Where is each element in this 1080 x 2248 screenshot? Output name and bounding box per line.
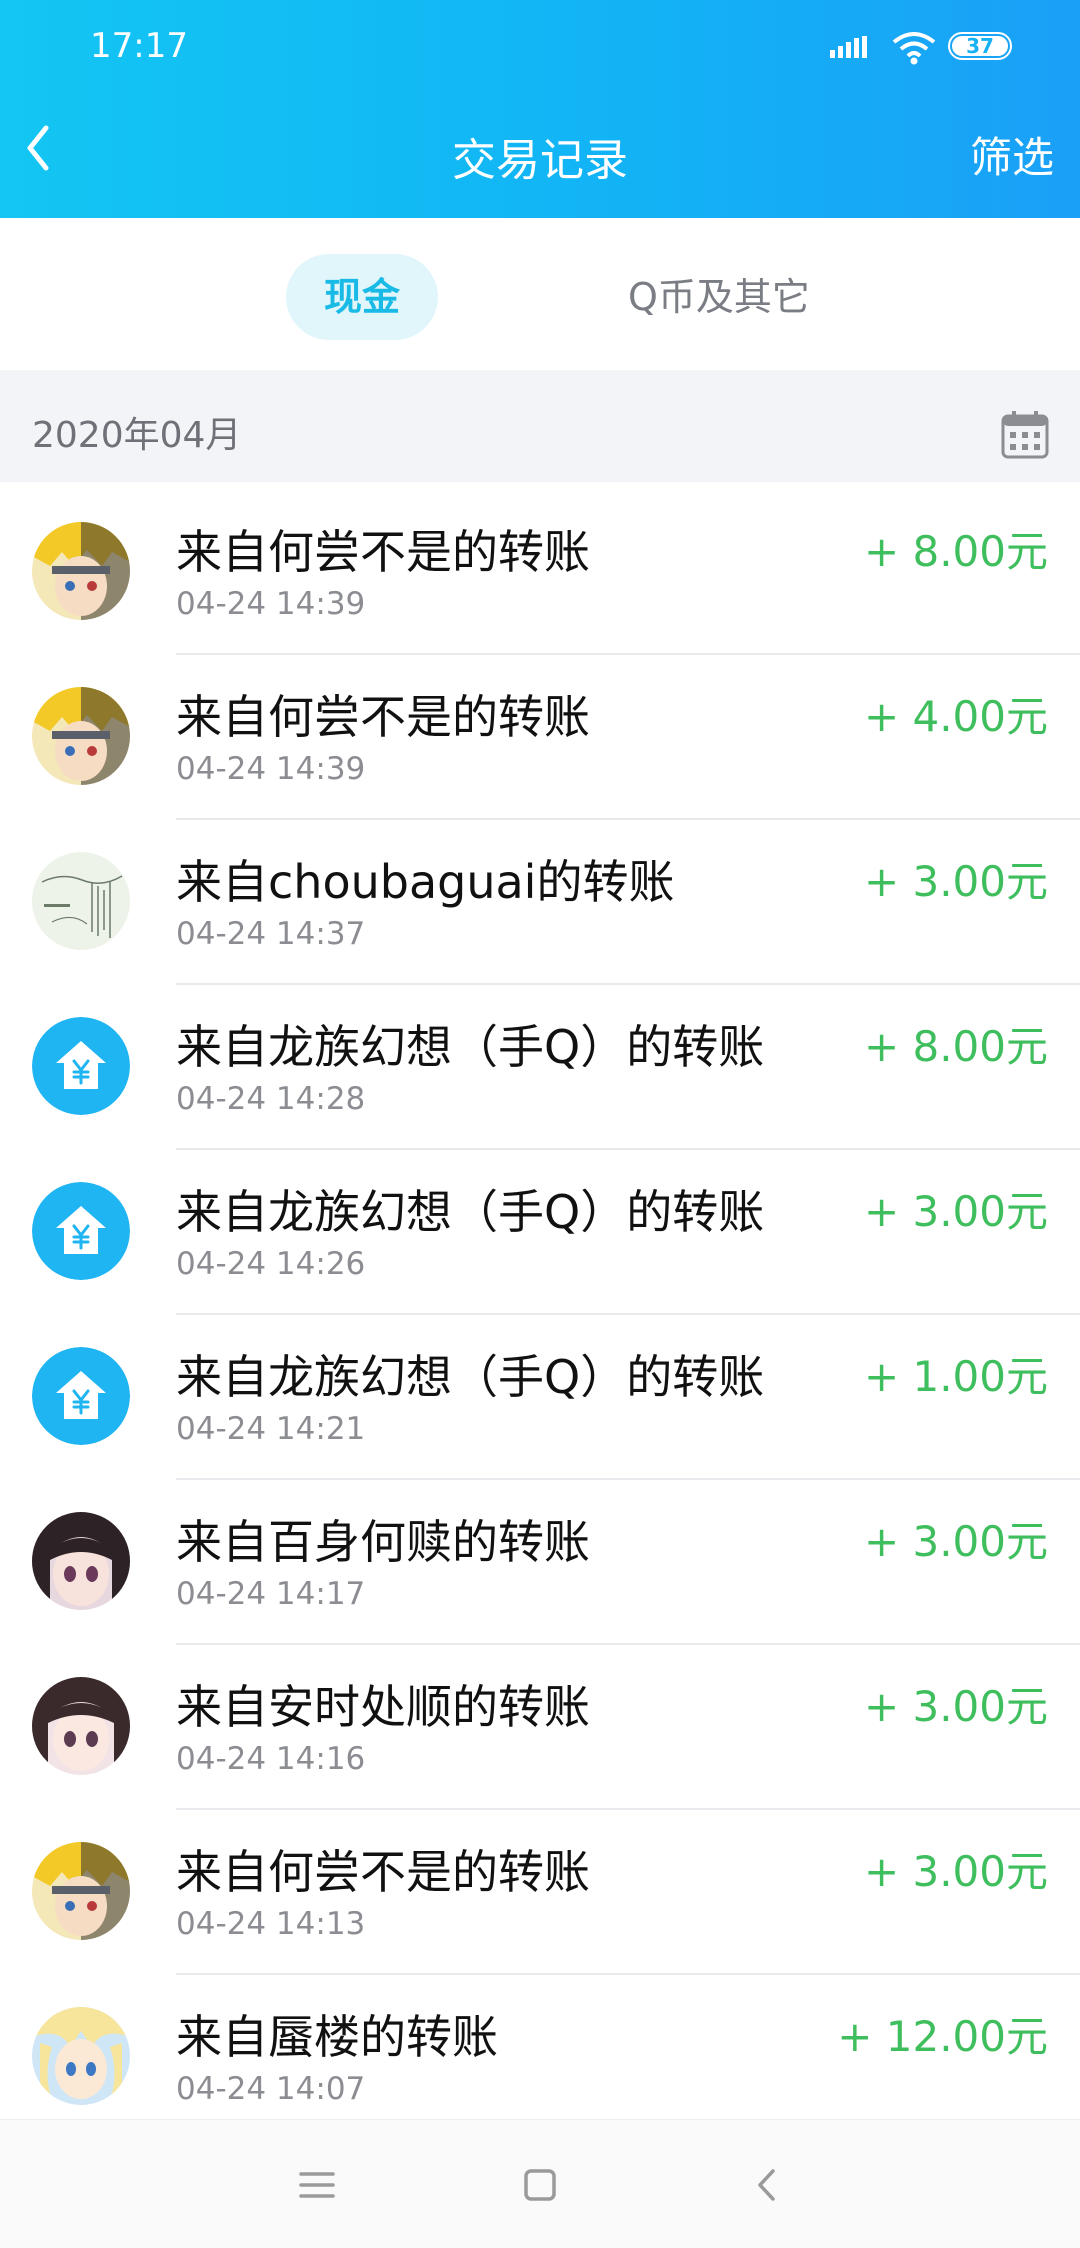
transaction-time: 04-24 14:21 <box>176 1411 366 1447</box>
avatar <box>32 687 130 785</box>
transaction-title: 来自何尝不是的转账 <box>176 525 590 579</box>
menu-icon[interactable] <box>282 2150 352 2220</box>
transaction-list: 来自何尝不是的转账 04-24 14:39 + 8.00元 来自何尝不是的转账 … <box>0 490 1080 2140</box>
transaction-time: 04-24 14:17 <box>176 1576 366 1612</box>
home-icon[interactable] <box>505 2150 575 2220</box>
transaction-row[interactable]: 来自choubaguai的转账 04-24 14:37 + 3.00元 <box>0 820 1080 985</box>
yuan-house-icon <box>32 1182 130 1280</box>
transaction-title: 来自何尝不是的转账 <box>176 690 590 744</box>
signal-icon <box>830 36 867 58</box>
header: 17:17 37 交易记录 筛选 <box>0 0 1080 218</box>
sketch-avatar-icon <box>32 852 130 950</box>
transaction-title: 来自龙族幻想（手Q）的转账 <box>176 1350 765 1404</box>
transaction-amount: + 3.00元 <box>863 1847 1048 1896</box>
anime-avatar-blond-icon <box>32 687 130 785</box>
transaction-title: 来自安时处顺的转账 <box>176 1680 590 1734</box>
anime-avatar-darkhair-icon <box>32 1512 130 1610</box>
transaction-title: 来自choubaguai的转账 <box>176 855 675 909</box>
transaction-amount: + 3.00元 <box>863 857 1048 906</box>
filter-button[interactable]: 筛选 <box>970 124 1054 185</box>
month-label: 2020年04月 <box>32 415 242 456</box>
back-icon[interactable] <box>733 2150 803 2220</box>
yuan-house-icon <box>32 1017 130 1115</box>
anime-avatar-blond-icon <box>32 1842 130 1940</box>
yuan-house-icon <box>32 1347 130 1445</box>
transaction-amount: + 3.00元 <box>863 1517 1048 1566</box>
wifi-icon <box>892 32 936 65</box>
transaction-title: 来自何尝不是的转账 <box>176 1845 590 1899</box>
battery-icon: 37 <box>948 32 1012 60</box>
transaction-time: 04-24 14:13 <box>176 1906 366 1942</box>
month-header: 2020年04月 <box>0 370 1080 482</box>
transaction-row[interactable]: 来自龙族幻想（手Q）的转账 04-24 14:28 + 8.00元 <box>0 985 1080 1150</box>
avatar <box>32 2007 130 2105</box>
avatar <box>32 1017 130 1115</box>
anime-avatar-darkhair-icon <box>32 1677 130 1775</box>
transaction-time: 04-24 14:39 <box>176 586 366 622</box>
transaction-row[interactable]: 来自何尝不是的转账 04-24 14:39 + 4.00元 <box>0 655 1080 820</box>
anime-avatar-blond-icon <box>32 522 130 620</box>
anime-avatar-lightblond-icon <box>32 2007 130 2105</box>
avatar <box>32 852 130 950</box>
transaction-row[interactable]: 来自安时处顺的转账 04-24 14:16 + 3.00元 <box>0 1645 1080 1810</box>
avatar <box>32 1347 130 1445</box>
avatar <box>32 1842 130 1940</box>
transaction-amount: + 1.00元 <box>863 1352 1048 1401</box>
tab-qcoin-and-others[interactable]: Q币及其它 <box>628 254 810 340</box>
transaction-amount: + 8.00元 <box>863 1022 1048 1071</box>
transaction-time: 04-24 14:16 <box>176 1741 366 1777</box>
page-title: 交易记录 <box>452 135 628 186</box>
transaction-amount: + 4.00元 <box>863 692 1048 741</box>
battery-level: 37 <box>966 34 994 58</box>
transaction-title: 来自龙族幻想（手Q）的转账 <box>176 1185 765 1239</box>
transaction-amount: + 8.00元 <box>863 527 1048 576</box>
transaction-row[interactable]: 来自何尝不是的转账 04-24 14:39 + 8.00元 <box>0 490 1080 655</box>
transaction-row[interactable]: 来自龙族幻想（手Q）的转账 04-24 14:21 + 1.00元 <box>0 1315 1080 1480</box>
transaction-row[interactable]: 来自百身何赎的转账 04-24 14:17 + 3.00元 <box>0 1480 1080 1645</box>
transaction-time: 04-24 14:39 <box>176 751 366 787</box>
transaction-amount: + 12.00元 <box>837 2012 1048 2061</box>
transaction-amount: + 3.00元 <box>863 1682 1048 1731</box>
transaction-row[interactable]: 来自龙族幻想（手Q）的转账 04-24 14:26 + 3.00元 <box>0 1150 1080 1315</box>
avatar <box>32 1182 130 1280</box>
calendar-icon[interactable] <box>1000 410 1050 460</box>
transaction-row[interactable]: 来自蜃楼的转账 04-24 14:07 + 12.00元 <box>0 1975 1080 2140</box>
avatar <box>32 1677 130 1775</box>
transaction-title: 来自龙族幻想（手Q）的转账 <box>176 1020 765 1074</box>
transaction-amount: + 3.00元 <box>863 1187 1048 1236</box>
transaction-time: 04-24 14:07 <box>176 2071 366 2107</box>
transaction-title: 来自蜃楼的转账 <box>176 2010 498 2064</box>
tab-bar: 现金 Q币及其它 <box>0 218 1080 370</box>
transaction-title: 来自百身何赎的转账 <box>176 1515 590 1569</box>
transaction-time: 04-24 14:28 <box>176 1081 366 1117</box>
avatar <box>32 1512 130 1610</box>
status-icons: 37 <box>830 30 1080 66</box>
avatar <box>32 522 130 620</box>
transaction-time: 04-24 14:37 <box>176 916 366 952</box>
system-nav-bar <box>0 2119 1080 2248</box>
transaction-time: 04-24 14:26 <box>176 1246 366 1282</box>
transaction-row[interactable]: 来自何尝不是的转账 04-24 14:13 + 3.00元 <box>0 1810 1080 1975</box>
tab-cash[interactable]: 现金 <box>286 254 438 340</box>
status-time: 17:17 <box>90 26 188 66</box>
app-root: 17:17 37 交易记录 筛选 现金 Q币及其它 2020年04月 来自何尝不… <box>0 0 1080 2248</box>
